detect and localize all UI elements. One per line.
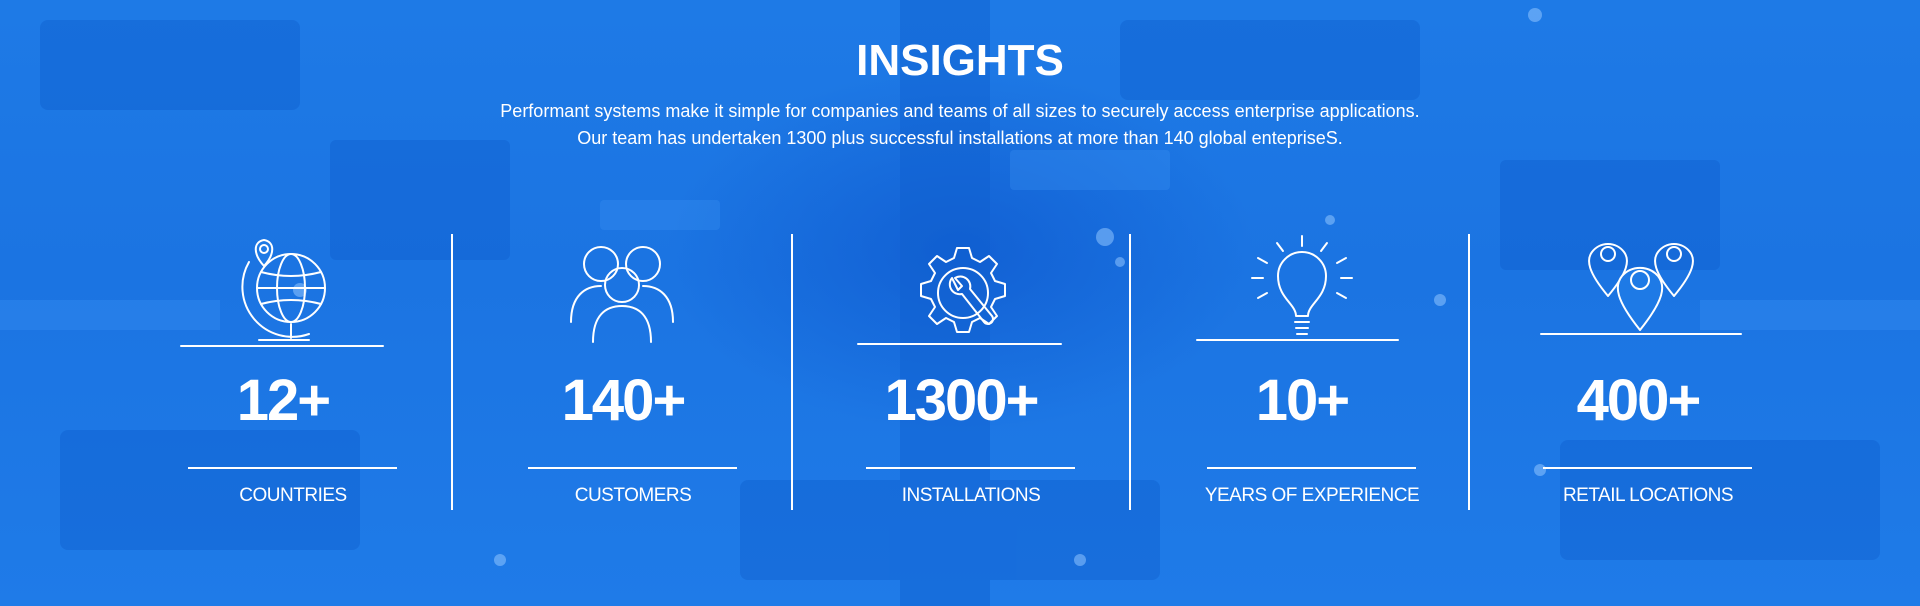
location-pins-icon [1540, 243, 1742, 335]
stat-countries: 12+ COUNTRIES [133, 232, 433, 512]
gear-wrench-icon [857, 247, 1062, 345]
stat-retail-locations: 400+ RETAIL LOCATIONS [1488, 232, 1788, 512]
stat-value: 12+ [236, 368, 331, 433]
stat-label: CUSTOMERS [574, 485, 692, 506]
stat-years-of-experience: 10+ YEARS OF EXPERIENCE [1152, 232, 1452, 512]
stat-customers: 140+ CUSTOMERS [473, 232, 773, 512]
stat-rule [866, 467, 1075, 469]
column-divider [1468, 234, 1470, 510]
globe-pin-icon [180, 239, 384, 347]
people-group-icon [570, 246, 674, 343]
stat-value: 1300+ [884, 368, 1040, 433]
stat-value: 10+ [1255, 368, 1350, 433]
stat-label: INSTALLATIONS [901, 485, 1041, 506]
column-divider [451, 234, 453, 510]
stat-label: YEARS OF EXPERIENCE [1204, 485, 1420, 506]
stat-rule [1543, 467, 1752, 469]
stat-installations: 1300+ INSTALLATIONS [811, 232, 1111, 512]
stat-rule [528, 467, 737, 469]
lightbulb-icon [1196, 235, 1399, 341]
stat-rule [1207, 467, 1416, 469]
stat-value: 400+ [1576, 368, 1702, 433]
stat-label: RETAIL LOCATIONS [1562, 485, 1734, 506]
stat-label: COUNTRIES [239, 485, 347, 506]
column-divider [1129, 234, 1131, 510]
insights-section: INSIGHTS Performant systems make it simp… [0, 0, 1920, 606]
column-divider [791, 234, 793, 510]
stat-rule [188, 467, 397, 469]
stat-value: 140+ [561, 368, 687, 433]
stats-row: 12+ COUNTRIES 140+ CUSTOMERS 1300+ INSTA… [0, 0, 1920, 606]
